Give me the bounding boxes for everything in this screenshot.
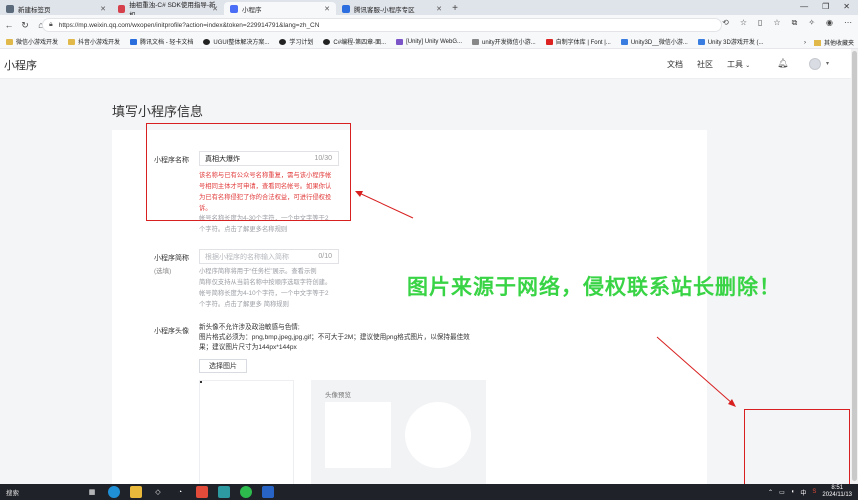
- chevron-up-icon[interactable]: ⌃: [768, 489, 773, 496]
- chat-icon[interactable]: ◔: [174, 486, 186, 498]
- ime-indicator[interactable]: 中: [800, 488, 806, 497]
- app-blue-icon[interactable]: [262, 486, 274, 498]
- wechat-icon[interactable]: [240, 486, 252, 498]
- edge-icon[interactable]: [108, 486, 120, 498]
- volume-icon[interactable]: ◖: [791, 489, 795, 495]
- taskbar-search[interactable]: 搜索: [6, 487, 19, 497]
- app-teal-icon[interactable]: [218, 486, 230, 498]
- ime-icon[interactable]: S: [812, 489, 816, 495]
- app-red-icon[interactable]: [196, 486, 208, 498]
- network-icon[interactable]: ▭: [779, 489, 785, 496]
- annotation-arrow-line: [356, 191, 414, 219]
- annotation-arrows: [355, 191, 736, 407]
- taskbar-apps: ▦ ◇ ◔: [86, 486, 274, 498]
- system-tray: ⌃ ▭ ◖ 中 S 8:51 2024/11/13: [768, 485, 852, 499]
- clock-time: 8:51: [831, 485, 844, 491]
- taskbar-clock[interactable]: 8:51 2024/11/13: [822, 485, 852, 499]
- task-view-icon[interactable]: ▦: [86, 486, 98, 498]
- watermark-text: 图片来源于网络，侵权联系站长删除！: [407, 276, 781, 299]
- windows-taskbar: 搜索 ▦ ◇ ◔ ⌃ ▭ ◖ 中 S 8:51 2024/11/13: [0, 484, 858, 500]
- unity-icon[interactable]: ◇: [152, 486, 164, 498]
- annotation-arrow-line: [656, 336, 734, 405]
- clock-date: 2024/11/13: [822, 492, 852, 498]
- file-explorer-icon[interactable]: [130, 486, 142, 498]
